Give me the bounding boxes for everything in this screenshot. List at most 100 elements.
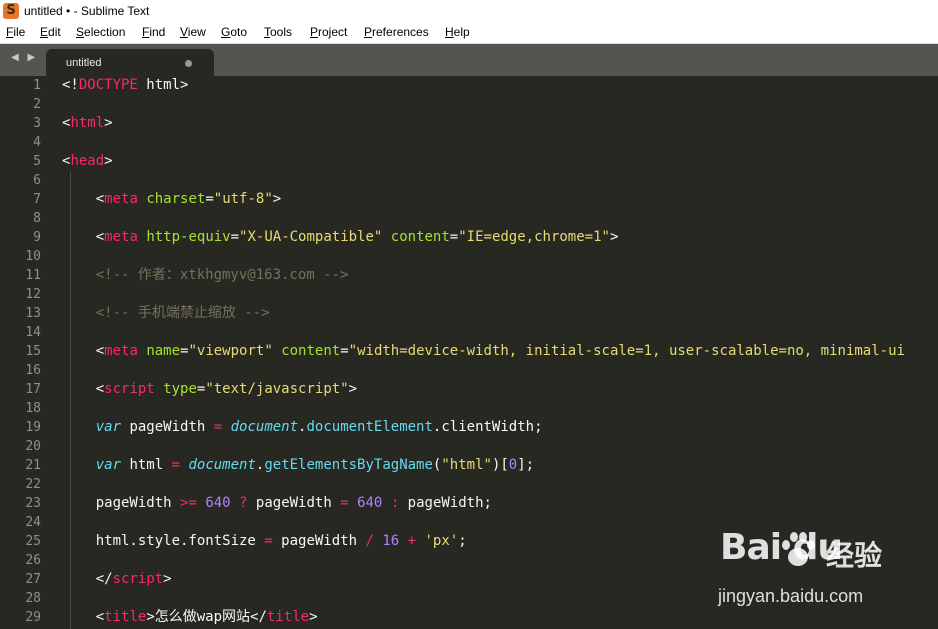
code-token: title — [266, 609, 310, 625]
code-token: < — [95, 191, 105, 207]
code-token: script — [104, 381, 155, 397]
code-token: = — [230, 229, 240, 245]
code-line: <head> — [62, 152, 113, 171]
code-token: > — [180, 77, 189, 93]
code-token: meta — [104, 343, 138, 359]
code-token: pageWidth — [272, 533, 366, 549]
line-number: 18 — [25, 401, 41, 416]
code-token: content — [281, 343, 341, 359]
code-token: <! — [62, 77, 79, 93]
code-token: http-equiv — [146, 229, 231, 245]
code-token: document — [230, 419, 299, 435]
line-number: 11 — [25, 268, 41, 283]
code-token: </ — [95, 571, 113, 587]
code-token: = — [205, 191, 214, 207]
line-number: 28 — [25, 591, 41, 606]
menu-edit[interactable]: Edit — [40, 25, 61, 39]
line-number: 22 — [25, 477, 41, 492]
code-token: > — [272, 191, 282, 207]
line-number: 19 — [25, 420, 41, 435]
code-token: > — [104, 153, 113, 169]
code-line: pageWidth >= 640 ? pageWidth = 640 : pag… — [62, 494, 492, 513]
menu-goto[interactable]: Goto — [221, 25, 247, 39]
code-token: document — [188, 457, 256, 473]
code-token: > — [104, 115, 113, 131]
code-token: < — [95, 381, 105, 397]
code-token: html — [121, 457, 172, 473]
code-token: < — [95, 343, 105, 359]
code-line: var pageWidth = document.documentElement… — [62, 418, 543, 437]
code-token: + — [407, 533, 417, 549]
line-number: 8 — [33, 211, 41, 226]
code-line: </script> — [62, 570, 172, 589]
code-line: <!-- 作者：xtkhgmyv@163.com --> — [62, 266, 349, 285]
code-line: <!DOCTYPE html> — [62, 76, 188, 95]
code-token: DOCTYPE — [78, 77, 138, 93]
menu-help[interactable]: Help — [445, 25, 470, 39]
code-token: script — [112, 571, 164, 587]
code-token: charset — [146, 191, 206, 207]
code-token: = — [340, 495, 349, 511]
line-number: 5 — [33, 154, 41, 169]
tab-untitled[interactable]: untitled — [46, 49, 214, 76]
code-line: <script type="text/javascript"> — [62, 380, 357, 399]
code-editor[interactable]: <!DOCTYPE html> <html> <head> <meta charse… — [62, 76, 938, 629]
code-token: "width=device-width, initial-scale=1, us… — [348, 343, 905, 359]
code-token: type — [163, 381, 197, 397]
menu-view[interactable]: View — [180, 25, 206, 39]
code-token: .clientWidth; — [432, 419, 543, 435]
code-token: 'px' — [424, 533, 459, 549]
code-token: <!-- 作者：xtkhgmyv@163.com --> — [95, 267, 349, 283]
code-token: < — [95, 609, 105, 625]
code-token: name — [146, 343, 181, 359]
line-number: 20 — [25, 439, 41, 454]
code-token: ; — [458, 533, 467, 549]
menu-file[interactable]: File — [6, 25, 25, 39]
line-number: 16 — [25, 363, 41, 378]
code-token: > — [609, 229, 619, 245]
code-token: "text/javascript" — [205, 381, 349, 397]
code-token: = — [171, 457, 181, 473]
line-number: 9 — [33, 230, 41, 245]
menu-project[interactable]: Project — [310, 25, 347, 39]
line-number: 29 — [25, 610, 41, 625]
line-number: 2 — [33, 97, 41, 112]
line-number: 21 — [25, 458, 41, 473]
code-line: <meta charset="utf-8"> — [62, 190, 282, 209]
line-number: 14 — [25, 325, 41, 340]
code-token: "X-UA-Compatible" — [239, 229, 383, 245]
code-line: <meta name="viewport" content="width=dev… — [62, 342, 905, 361]
line-number: 27 — [25, 572, 41, 587]
code-token: >= — [180, 495, 197, 511]
tab-nav-arrows[interactable]: ◀ ▶ — [11, 52, 38, 63]
line-number: 6 — [33, 173, 41, 188]
menu-find[interactable]: Find — [142, 25, 165, 39]
menu-selection[interactable]: Selection — [76, 25, 125, 39]
tab-label: untitled — [66, 57, 102, 69]
line-number: 26 — [25, 553, 41, 568]
code-token: 怎么做wap网站 — [154, 609, 251, 625]
menu-tools[interactable]: Tools — [264, 25, 292, 39]
line-number: 15 — [25, 344, 41, 359]
line-number: 7 — [33, 192, 41, 207]
code-line: var html = document.getElementsByTagName… — [62, 456, 534, 475]
unsaved-dot-icon[interactable] — [185, 60, 192, 67]
menu-preferences[interactable]: Preferences — [364, 25, 429, 39]
code-token: "viewport" — [188, 343, 273, 359]
code-token: )[ — [491, 457, 509, 473]
line-number: 3 — [33, 116, 41, 131]
line-number-gutter: 1 2 3 4 5 6 7 8 9 10 11 12 13 14 15 16 17 18 19 20 21 22 23 24 2… — [0, 76, 44, 629]
